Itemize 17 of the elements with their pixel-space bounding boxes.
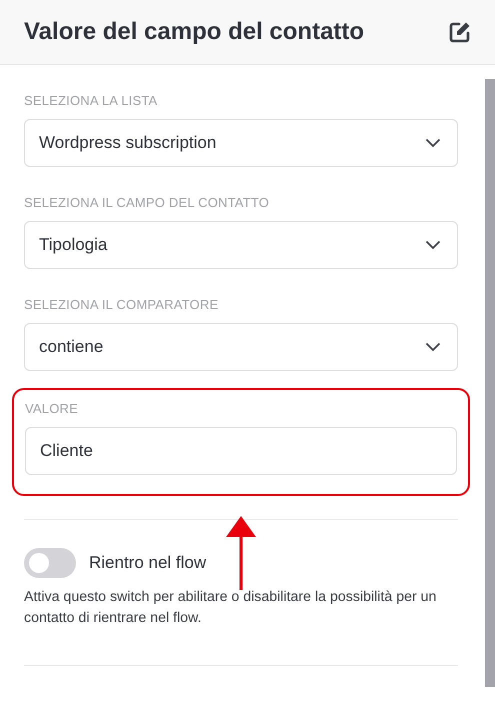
input-field[interactable]: Cliente (25, 427, 457, 475)
field-label: SELEZIONA IL COMPARATORE (24, 297, 220, 312)
dropdown[interactable]: Tipologia (24, 221, 458, 269)
panel-title: Valore del campo del contatto (24, 18, 364, 46)
dropdown[interactable]: contiene (24, 323, 458, 371)
scrollbar[interactable] (485, 79, 495, 687)
field-label: SELEZIONA IL CAMPO DEL CONTATTO (24, 195, 270, 210)
edit-icon[interactable] (449, 21, 471, 43)
field-label: VALORE (25, 401, 79, 416)
toggle-switch[interactable] (24, 548, 76, 578)
dropdown[interactable]: Wordpress subscription (24, 119, 458, 167)
chevron-down-icon (425, 138, 441, 148)
chevron-down-icon (425, 342, 441, 352)
description-text: Attiva questo switch per abilitare o disabilitare la possibilità per un contatto di rientrare nel flow. (24, 588, 438, 628)
field-label: SELEZIONA LA LISTA (24, 93, 158, 108)
chevron-down-icon (425, 240, 441, 250)
toggle-label: Rientro nel flow (89, 553, 206, 573)
